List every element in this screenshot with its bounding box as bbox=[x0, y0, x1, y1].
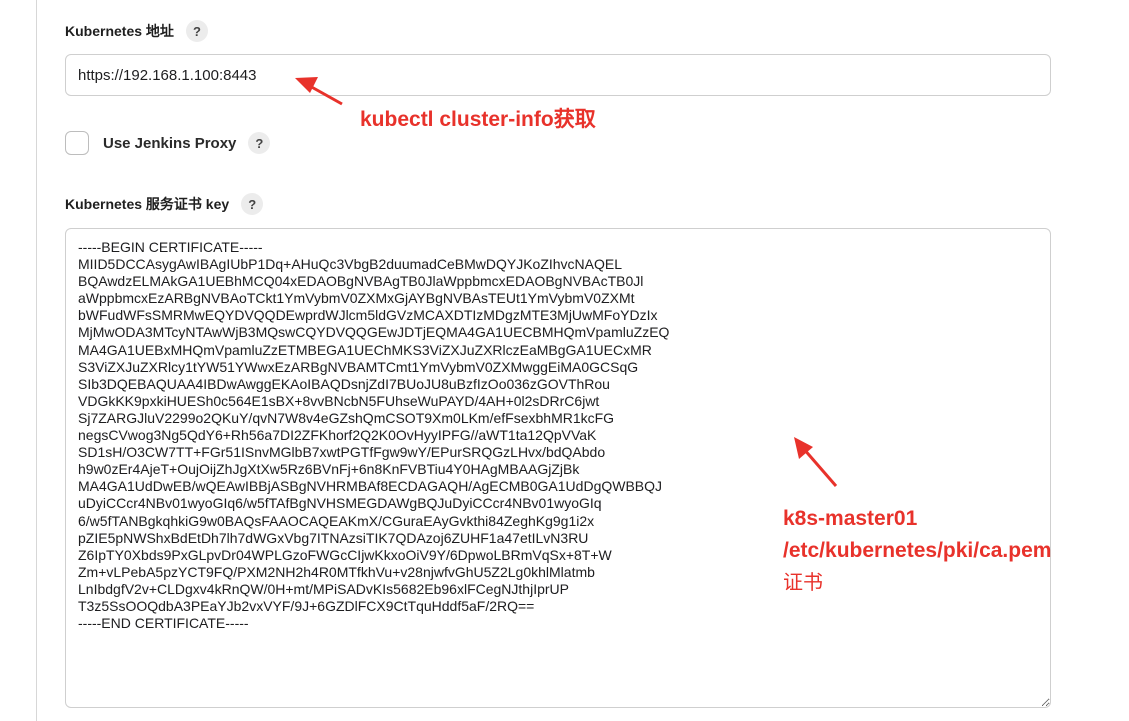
use-jenkins-proxy-row: Use Jenkins Proxy ? bbox=[65, 131, 271, 155]
kubernetes-url-label-text: Kubernetes 地址 bbox=[65, 23, 174, 39]
kubernetes-url-input[interactable] bbox=[65, 54, 1051, 96]
annotation-url-note: kubectl cluster-info获取 bbox=[360, 108, 596, 131]
use-jenkins-proxy-checkbox[interactable] bbox=[65, 131, 89, 155]
annotation-cert-note-line1: k8s-master01 bbox=[783, 507, 918, 530]
certificate-key-label: Kubernetes 服务证书 key ? bbox=[65, 193, 264, 215]
kubernetes-url-help-icon[interactable]: ? bbox=[185, 20, 208, 42]
use-jenkins-proxy-help-icon[interactable]: ? bbox=[248, 132, 271, 154]
annotation-cert-note-line3: 证书 bbox=[783, 572, 823, 594]
left-divider bbox=[36, 0, 37, 721]
certificate-key-help-icon[interactable]: ? bbox=[241, 193, 264, 215]
annotation-cert-note: k8s-master01 /etc/kubernetes/pki/ca.pem … bbox=[783, 503, 1051, 599]
certificate-key-label-text: Kubernetes 服务证书 key bbox=[65, 196, 230, 212]
certificate-key-textarea[interactable]: -----BEGIN CERTIFICATE----- MIID5DCCAsyg… bbox=[65, 228, 1051, 708]
use-jenkins-proxy-label[interactable]: Use Jenkins Proxy bbox=[103, 135, 236, 152]
kubernetes-url-label: Kubernetes 地址 ? bbox=[65, 20, 208, 42]
annotation-cert-note-line2: /etc/kubernetes/pki/ca.pem bbox=[783, 539, 1052, 562]
